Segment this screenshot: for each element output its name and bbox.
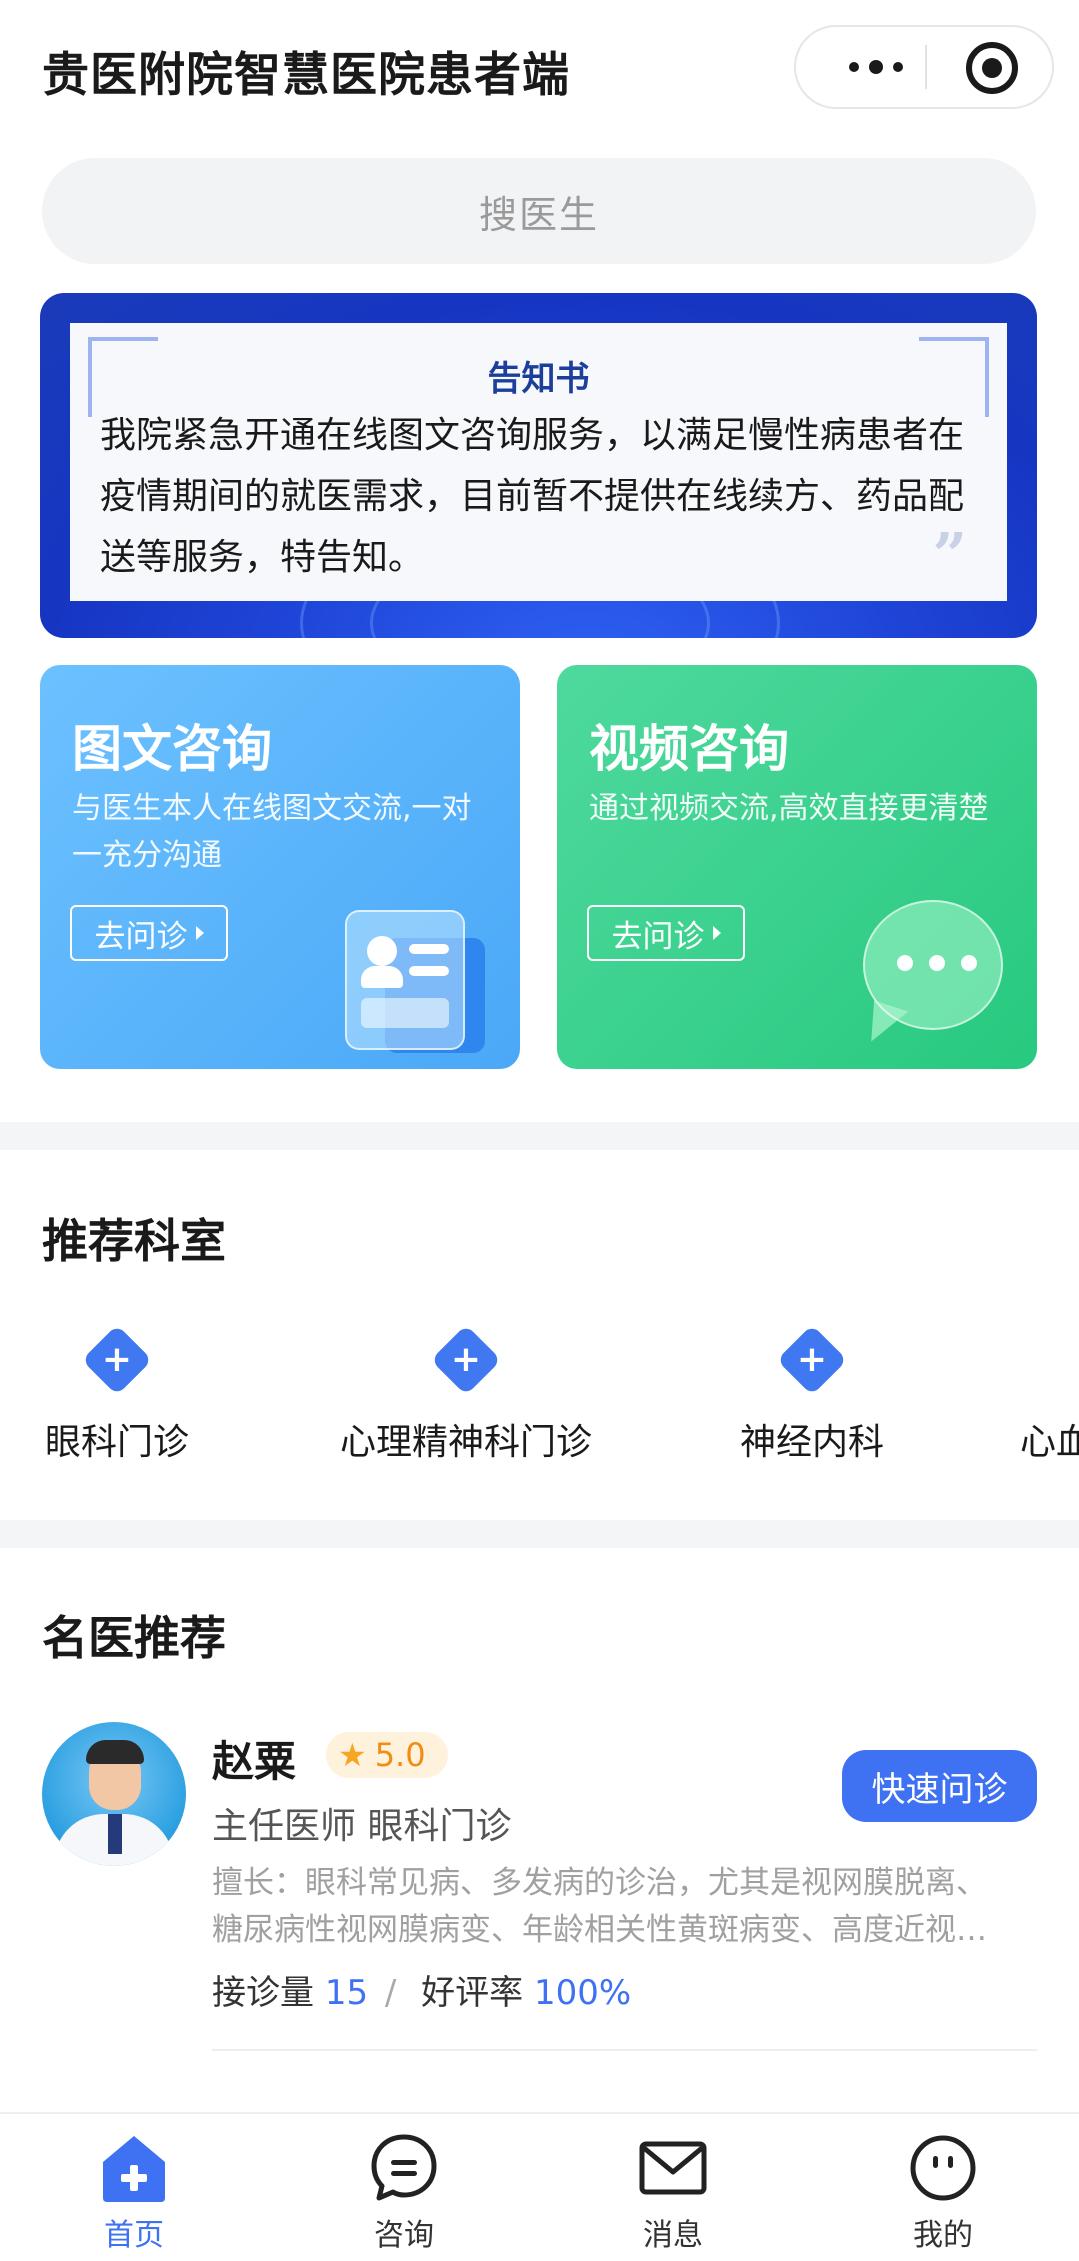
notice-banner[interactable]: 告知书 我院紧急开通在线图文咨询服务，以满足慢性病患者在疫情期间的就医需求，目前…: [40, 293, 1037, 638]
doctors-title: 名医推荐: [42, 1611, 226, 1665]
notice-title: 告知书: [487, 359, 590, 399]
rating-score: 5.0: [374, 1736, 426, 1774]
text-consult-title: 图文咨询: [72, 720, 272, 778]
video-consult-title: 视频咨询: [589, 720, 789, 778]
consult-count-value: 15: [324, 1973, 369, 2013]
video-consult-card[interactable]: 视频咨询 通过视频交流,高效直接更清楚 去问诊: [557, 665, 1037, 1069]
capsule-divider: [925, 45, 927, 89]
dept-item[interactable]: + 心理精神科门诊: [326, 1324, 606, 1465]
tab-label: 我的: [913, 2218, 973, 2253]
doctor-title: 主任医师 眼科门诊: [212, 1806, 512, 1847]
header-bar: 贵医附院智慧医院患者端: [0, 0, 1079, 140]
chat-icon: [369, 2132, 439, 2204]
dept-label: 神经内科: [739, 1422, 884, 1463]
specialty-line: 糖尿病性视网膜病变、年龄相关性黄斑病变、高度近视…: [212, 1912, 987, 1948]
notice-text: 我院紧急开通在线图文咨询服务，以满足慢性病患者在疫情期间的就医需求，目前暂不提供…: [100, 415, 965, 578]
praise-rate-value: 100%: [533, 1973, 632, 2013]
rating-badge: ★ 5.0: [326, 1732, 448, 1778]
smiley-user-icon: [908, 2132, 978, 2204]
mail-icon: [638, 2132, 708, 2204]
tab-label: 首页: [104, 2218, 164, 2253]
doctor-specialty: 擅长：眼科常见病、多发病的诊治，尤其是视网膜脱离、 糖尿病性视网膜病变、年龄相关…: [212, 1860, 1037, 1954]
tab-messages[interactable]: 消息: [603, 2132, 743, 2254]
bottom-tab-bar: 首页 咨询 消息 我的: [0, 2112, 1079, 2261]
list-divider: [212, 2049, 1037, 2051]
arrow-right-icon: [195, 926, 204, 940]
text-consult-go-button[interactable]: 去问诊: [70, 905, 228, 961]
arrow-right-icon: [712, 926, 721, 940]
department-plus-icon: +: [81, 1324, 153, 1396]
dept-item[interactable]: 心血: [1020, 1325, 1079, 1465]
home-plus-icon: [99, 2132, 169, 2204]
search-doctor-input[interactable]: 搜医生: [42, 158, 1036, 264]
dept-item[interactable]: + 神经内科: [732, 1324, 892, 1465]
notice-card: 告知书 我院紧急开通在线图文咨询服务，以满足慢性病患者在疫情期间的就医需求，目前…: [70, 323, 1007, 601]
close-target-icon[interactable]: [966, 42, 1018, 94]
section-divider: [0, 1122, 1079, 1150]
tab-label: 消息: [643, 2218, 703, 2253]
go-button-label: 去问诊: [611, 918, 705, 955]
departments-title: 推荐科室: [42, 1214, 226, 1268]
tab-label: 咨询: [374, 2218, 434, 2253]
specialty-line: 擅长：眼科常见病、多发病的诊治，尤其是视网膜脱离、: [212, 1865, 987, 1901]
doctor-card-icon: [345, 910, 485, 1055]
text-consult-desc: 与医生本人在线图文交流,一对一充分沟通: [72, 791, 472, 873]
quote-mark-icon: ”: [932, 521, 967, 591]
tab-profile[interactable]: 我的: [873, 2132, 1013, 2254]
dept-label: 眼科门诊: [44, 1422, 189, 1463]
doctor-name[interactable]: 赵粟: [212, 1728, 296, 1789]
consult-count-label: 接诊量: [212, 1973, 314, 2013]
dept-item[interactable]: + 眼科门诊: [42, 1324, 192, 1465]
more-menu-icon[interactable]: [826, 27, 926, 107]
tab-home[interactable]: 首页: [64, 2132, 204, 2254]
doctor-avatar[interactable]: [42, 1722, 186, 1866]
department-plus-icon: +: [430, 1324, 502, 1396]
dept-label: 心理精神科门诊: [339, 1422, 592, 1463]
text-consult-card[interactable]: 图文咨询 与医生本人在线图文交流,一对一充分沟通 去问诊: [40, 665, 520, 1069]
section-divider: [0, 1520, 1079, 1548]
star-icon: ★: [338, 1736, 367, 1774]
video-consult-go-button[interactable]: 去问诊: [587, 905, 745, 961]
chat-bubble-icon: [857, 900, 1007, 1050]
app-title: 贵医附院智慧医院患者端: [42, 48, 570, 103]
video-consult-desc: 通过视频交流,高效直接更清楚: [589, 791, 989, 826]
stats-separator: /: [384, 1973, 397, 2013]
praise-rate-label: 好评率: [421, 1973, 524, 2013]
mini-program-capsule: [794, 25, 1054, 109]
search-placeholder: 搜医生: [478, 192, 599, 237]
department-plus-icon: +: [776, 1324, 848, 1396]
go-button-label: 去问诊: [94, 918, 188, 955]
dept-label: 心血: [1020, 1422, 1079, 1463]
tab-consult[interactable]: 咨询: [334, 2132, 474, 2254]
doctor-stats: 接诊量 15 / 好评率 100%: [212, 1965, 631, 2014]
quick-consult-button[interactable]: 快速问诊: [842, 1750, 1037, 1822]
